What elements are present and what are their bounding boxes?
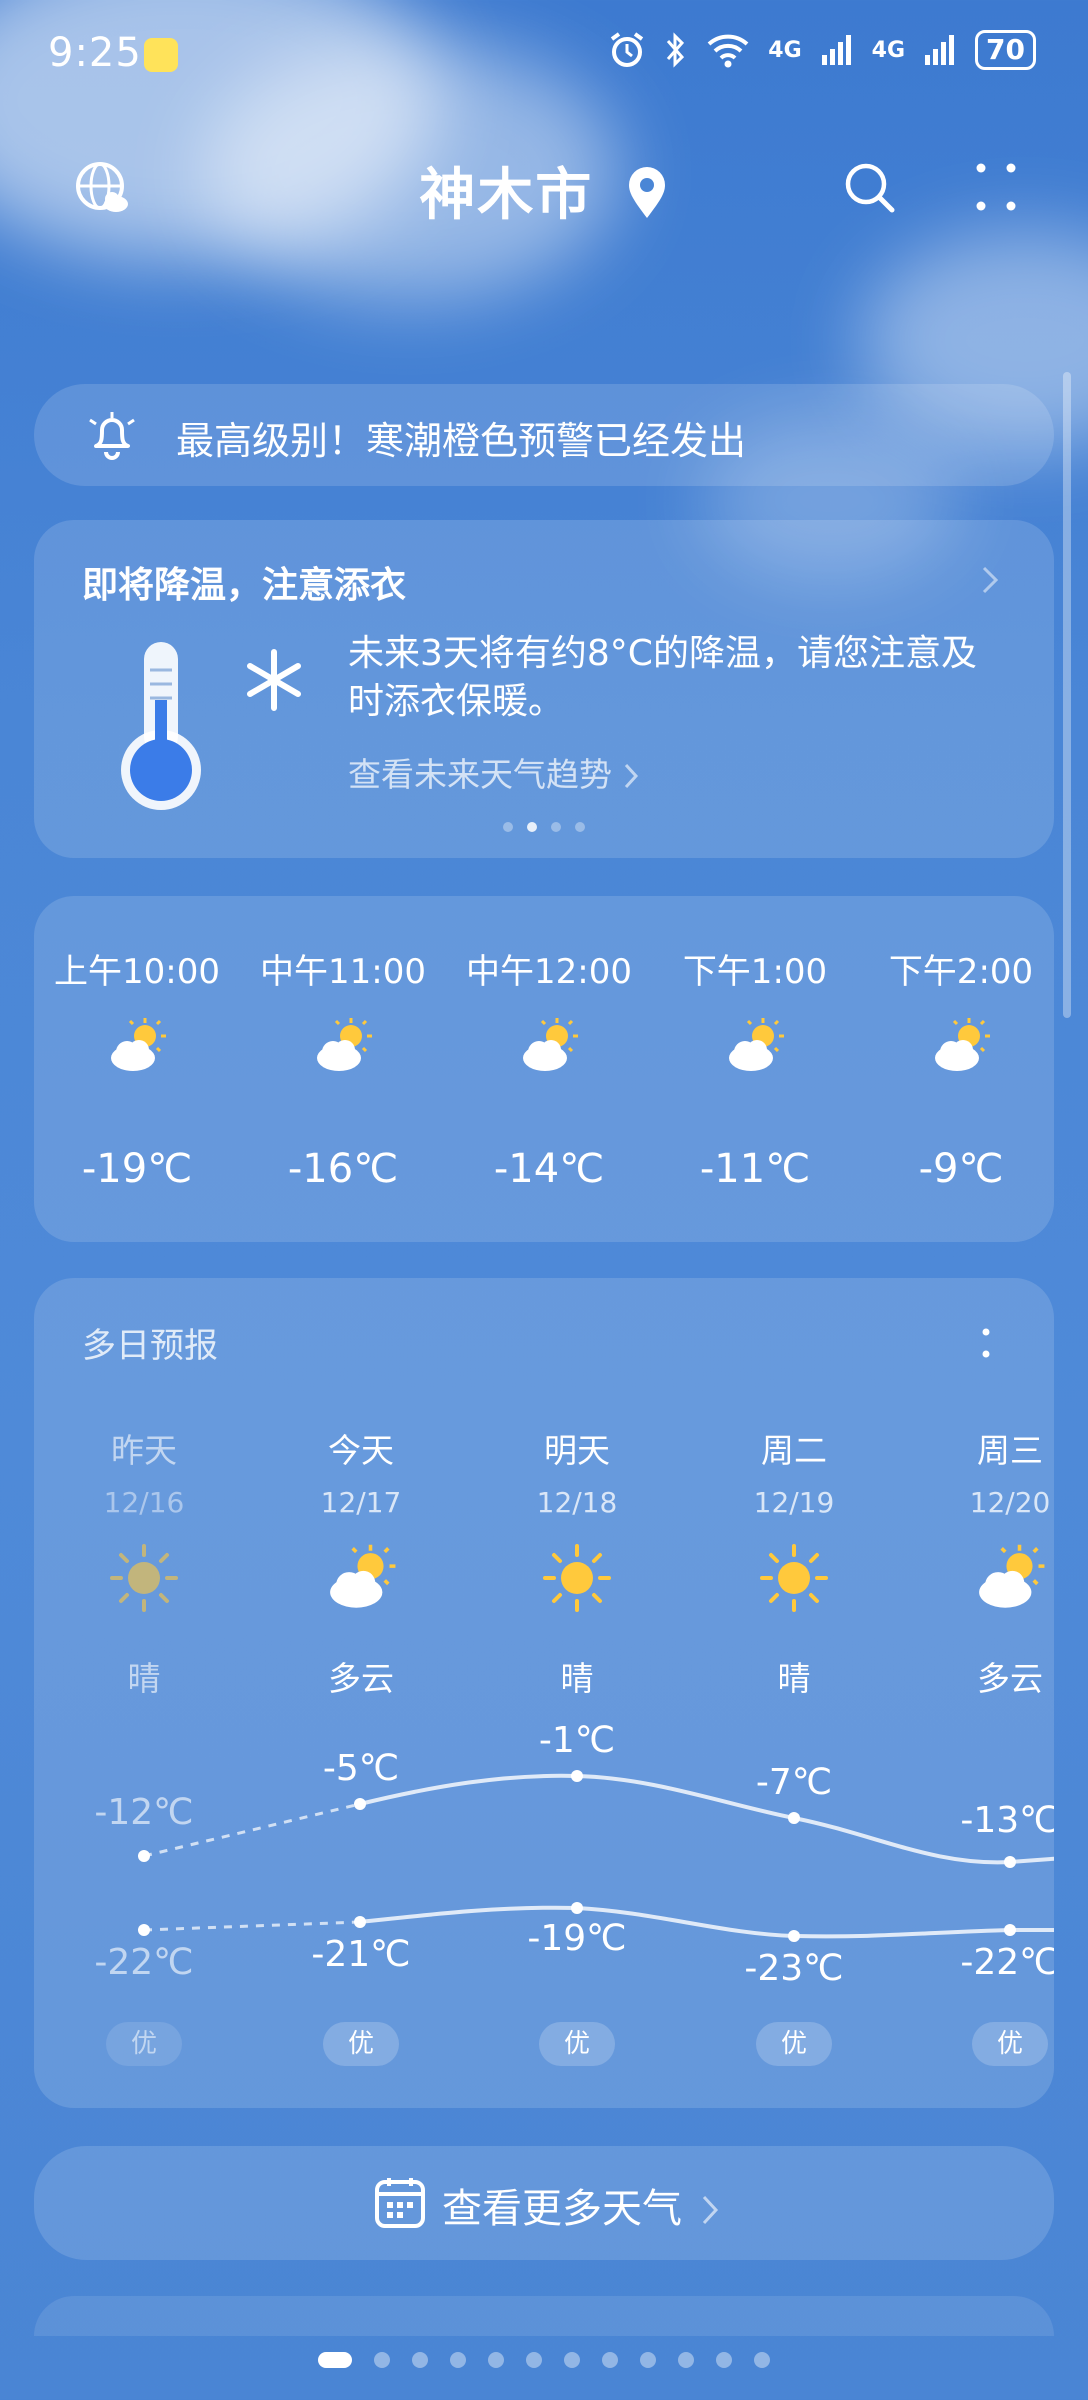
hour-temp: -9℃	[918, 1146, 1004, 1192]
signal-icon-2	[925, 35, 955, 65]
partly-cloudy-icon	[729, 1018, 784, 1071]
page-dot	[412, 2352, 428, 2368]
page-dot	[488, 2352, 504, 2368]
alarm-icon	[611, 32, 644, 67]
high-temp-label: -1℃	[538, 1720, 616, 1761]
partly-cloudy-icon	[935, 1018, 990, 1071]
chevron-right-icon	[702, 2195, 718, 2225]
status-icons: 4G 4G 70	[608, 30, 1036, 70]
low-point	[354, 1916, 366, 1928]
city-name: 神木市	[419, 163, 594, 228]
page-dot	[640, 2352, 656, 2368]
low-temp-label: -23℃	[744, 1948, 844, 1989]
more-weather-button[interactable]: 查看更多天气	[34, 2146, 1054, 2260]
search-icon[interactable]	[834, 152, 906, 224]
more-dots-icon[interactable]	[960, 152, 1032, 224]
bell-icon	[89, 412, 135, 460]
high-temp-label: -5℃	[322, 1748, 400, 1789]
weather-app: { "status_bar": { "time": "9:25", "net1"…	[0, 0, 1088, 2400]
high-point	[788, 1812, 800, 1824]
cooling-tip-card[interactable]: 即将降温，注意添衣 未来3天将有约8°C的降温，请您注意及时添衣保暖。 查看未来…	[34, 520, 1054, 858]
low-temp-label: -19℃	[527, 1918, 627, 1959]
partly-cloudy-icon	[523, 1018, 578, 1071]
city-page-indicator[interactable]	[0, 2352, 1088, 2368]
low-point	[138, 1924, 150, 1936]
temperature-trend	[138, 1770, 1054, 1942]
page-dot	[754, 2352, 770, 2368]
page-dot	[678, 2352, 694, 2368]
tip-page-dot	[551, 822, 561, 832]
more-weather-label: 查看更多天气	[442, 2186, 682, 2232]
high-point	[354, 1798, 366, 1810]
low-point	[571, 1902, 583, 1914]
low-temp-label: -21℃	[311, 1934, 411, 1975]
daily-forecast[interactable]: 多日预报 昨天 12/16 晴 优 今天 12/17 多云 优 明天 12/18…	[34, 1278, 1054, 2108]
next-card-peek	[34, 2296, 1054, 2336]
low-point	[1004, 1924, 1016, 1936]
hour-time: 上午10:00	[54, 952, 220, 992]
scrollbar[interactable]	[1063, 372, 1071, 1018]
tip-page-dot	[575, 822, 585, 832]
location-pin-icon	[628, 167, 665, 218]
low-trend-line	[359, 1905, 1054, 1939]
high-temp-label: -7℃	[755, 1762, 833, 1803]
page-dot	[564, 2352, 580, 2368]
hour-temp: -16℃	[287, 1146, 399, 1192]
hour-temp: -11℃	[699, 1146, 811, 1192]
hour-time: 中午11:00	[260, 952, 426, 992]
tip-page-dot	[503, 822, 513, 832]
hour-temp: -19℃	[81, 1146, 193, 1192]
page-dot	[602, 2352, 618, 2368]
network-type-2: 4G	[871, 37, 906, 63]
high-temp-label: -13℃	[960, 1800, 1054, 1841]
low-point	[788, 1930, 800, 1942]
thermometer-snow-icon	[121, 642, 301, 810]
chevron-right-icon	[624, 763, 638, 789]
page-dot	[450, 2352, 466, 2368]
low-temp-label: -22℃	[94, 1942, 194, 1983]
calendar-icon	[375, 2178, 425, 2228]
more-weather-text: 查看更多天气	[442, 2176, 719, 2234]
signal-icon-1	[821, 35, 851, 65]
bluetooth-icon	[667, 32, 685, 68]
tip-link-text: 查看未来天气趋势	[348, 755, 612, 794]
warning-text: 最高级别！寒潮橙色预警已经发出	[176, 419, 747, 463]
high-point	[138, 1850, 150, 1862]
status-bar: 9:25 4G 4G 70	[0, 0, 1088, 110]
city-title[interactable]: 神木市	[0, 150, 1088, 231]
hour-time: 下午2:00	[888, 952, 1034, 992]
warning-banner[interactable]: 最高级别！寒潮橙色预警已经发出	[34, 384, 1054, 486]
page-dot	[374, 2352, 390, 2368]
chevron-right-icon	[982, 566, 999, 594]
tip-page-indicator	[34, 822, 1054, 832]
hour-time: 下午1:00	[682, 952, 828, 992]
weibo-notification-icon	[144, 38, 178, 72]
high-temp-label: -12℃	[94, 1792, 194, 1833]
partly-cloudy-icon	[317, 1018, 372, 1071]
partly-cloudy-icon	[111, 1018, 166, 1071]
hour-time: 中午12:00	[466, 952, 632, 992]
page-dot-active	[318, 2352, 352, 2368]
page-dot	[716, 2352, 732, 2368]
clock: 9:25	[48, 30, 142, 76]
battery-level: 70	[975, 30, 1036, 70]
high-point	[571, 1770, 583, 1782]
tip-body: 未来3天将有约8°C的降温，请您注意及时添衣保暖。	[348, 633, 977, 722]
network-type-1: 4G	[768, 37, 802, 63]
page-dot	[526, 2352, 542, 2368]
low-temp-label: -22℃	[960, 1942, 1054, 1983]
low-trend-dashed	[143, 1920, 361, 1932]
hourly-forecast[interactable]: 上午10:00 -19℃ 中午11:00 -16℃ 中午12:00 -14℃ 下…	[34, 896, 1054, 1242]
hour-temp: -14℃	[493, 1146, 605, 1192]
high-point	[1004, 1856, 1016, 1868]
wifi-icon	[707, 34, 749, 68]
tip-trend-link[interactable]: 查看未来天气趋势	[348, 748, 639, 796]
tip-page-dot-active	[527, 822, 537, 832]
tip-title: 即将降温，注意添衣	[82, 565, 407, 606]
